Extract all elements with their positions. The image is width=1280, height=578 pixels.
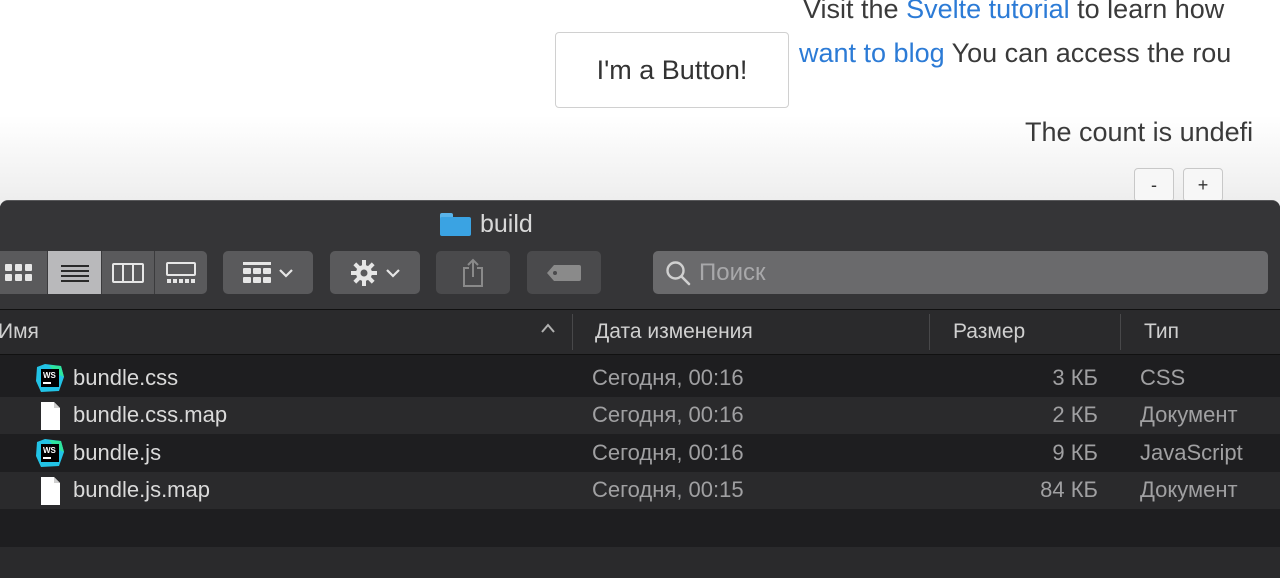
column-size-header[interactable]: Размер: [953, 310, 1025, 354]
column-divider[interactable]: [1120, 314, 1121, 350]
gear-icon: [350, 259, 378, 287]
column-header: Имя Дата изменения Размер Тип: [0, 310, 1280, 355]
file-size: 2 КБ: [1052, 397, 1098, 435]
tag-icon: [546, 264, 582, 282]
file-row[interactable]: WS bundle.js Сегодня, 00:16 9 КБ JavaScr…: [0, 434, 1280, 472]
share-icon: [461, 258, 485, 288]
svg-text:WS: WS: [43, 371, 57, 380]
web-page: Visit the Svelte tutorial to learn how w…: [0, 0, 1280, 210]
file-kind: CSS: [1140, 359, 1185, 397]
tutorial-prefix: Visit the: [803, 0, 906, 24]
file-kind: Документ: [1140, 472, 1238, 510]
blog-link[interactable]: want to blog: [799, 38, 945, 68]
document-icon: [35, 401, 65, 431]
im-a-button[interactable]: I'm a Button!: [555, 32, 789, 108]
file-row[interactable]: WS bundle.css Сегодня, 00:16 3 КБ CSS: [0, 359, 1280, 397]
column-view-button[interactable]: [101, 251, 154, 294]
column-divider[interactable]: [929, 314, 930, 350]
group-by-button[interactable]: [223, 251, 313, 294]
file-date: Сегодня, 00:16: [592, 434, 744, 472]
search-icon: [665, 260, 691, 286]
chevron-down-icon: [386, 268, 400, 278]
action-button[interactable]: [330, 251, 420, 294]
group-by-icon: [243, 262, 271, 284]
file-kind: Документ: [1140, 397, 1238, 435]
file-row[interactable]: bundle.css.map Сегодня, 00:16 2 КБ Докум…: [0, 397, 1280, 435]
column-name-header[interactable]: Имя: [0, 310, 39, 354]
document-icon: [35, 476, 65, 506]
list-view-button[interactable]: [47, 251, 101, 294]
icon-view-icon: [5, 263, 33, 283]
file-date: Сегодня, 00:16: [592, 359, 744, 397]
file-size: 9 КБ: [1052, 434, 1098, 472]
icon-view-button[interactable]: [0, 251, 47, 294]
finder-toolbar: build: [0, 201, 1280, 310]
svelte-tutorial-link[interactable]: Svelte tutorial: [906, 0, 1070, 24]
finder-window: build: [0, 200, 1280, 578]
file-date: Сегодня, 00:16: [592, 397, 744, 435]
file-size: 84 КБ: [1040, 472, 1098, 510]
file-name: bundle.css.map: [73, 397, 227, 435]
blog-text: want to blog You can access the rou: [799, 38, 1231, 69]
share-button[interactable]: [436, 251, 510, 294]
decrement-button[interactable]: -: [1134, 168, 1174, 202]
file-list: WS bundle.css Сегодня, 00:16 3 КБ CSS bu…: [0, 359, 1280, 578]
tutorial-text: Visit the Svelte tutorial to learn how: [803, 0, 1224, 25]
sort-ascending-icon: [540, 322, 556, 334]
file-row[interactable]: bundle.js.map Сегодня, 00:15 84 КБ Докум…: [0, 472, 1280, 510]
column-date-header[interactable]: Дата изменения: [595, 310, 753, 354]
file-name: bundle.js.map: [73, 472, 210, 510]
tags-button[interactable]: [527, 251, 601, 294]
file-date: Сегодня, 00:15: [592, 472, 744, 510]
chevron-down-icon: [279, 268, 293, 278]
increment-button[interactable]: +: [1183, 168, 1223, 202]
svg-text:WS: WS: [43, 446, 57, 455]
view-mode-control: [0, 251, 207, 294]
list-view-icon: [61, 263, 89, 283]
search-field[interactable]: [653, 251, 1268, 294]
folder-icon: [440, 213, 471, 236]
file-name: bundle.js: [73, 434, 161, 472]
search-input[interactable]: [697, 258, 1241, 288]
file-name: bundle.css: [73, 359, 178, 397]
column-kind-header[interactable]: Тип: [1144, 310, 1179, 354]
window-title-text: build: [480, 210, 533, 239]
column-view-icon: [112, 263, 144, 283]
file-size: 3 КБ: [1052, 359, 1098, 397]
file-kind: JavaScript: [1140, 434, 1243, 472]
count-text: The count is undefi: [1025, 117, 1253, 148]
routes-text: You can access the rou: [945, 38, 1232, 68]
column-divider[interactable]: [572, 314, 573, 350]
webstorm-file-icon: WS: [35, 438, 65, 468]
gallery-view-icon: [166, 262, 196, 284]
webstorm-file-icon: WS: [35, 363, 65, 393]
gallery-view-button[interactable]: [154, 251, 207, 294]
empty-row: [0, 547, 1280, 578]
tutorial-suffix: to learn how: [1070, 0, 1225, 24]
window-title: build: [440, 209, 533, 239]
empty-row: [0, 509, 1280, 547]
